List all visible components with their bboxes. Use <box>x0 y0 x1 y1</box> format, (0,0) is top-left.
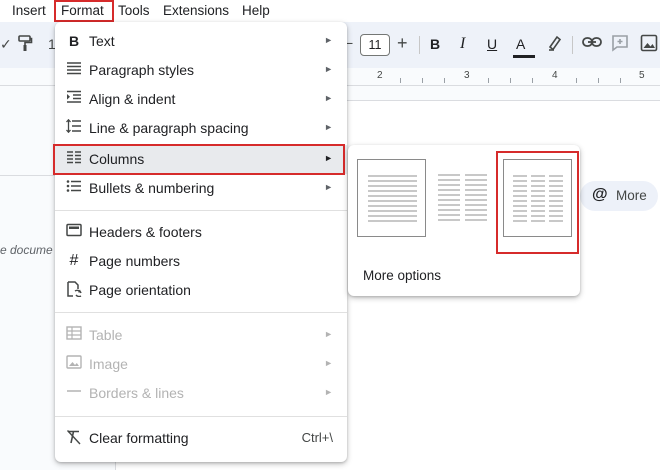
clear-formatting-icon <box>66 429 82 447</box>
spellcheck-icon[interactable]: ✓ <box>0 36 12 53</box>
image-icon <box>66 355 82 373</box>
format-menu: B Text ► Paragraph styles ► Align & inde… <box>55 22 347 462</box>
ruler-tick <box>400 78 401 83</box>
ruler-number: 4 <box>552 70 558 81</box>
highlight-pen-icon[interactable] <box>547 34 563 55</box>
two-columns-icon <box>438 174 487 221</box>
submenu-arrow-icon: ► <box>324 93 333 103</box>
italic-icon[interactable]: I <box>460 35 465 53</box>
menu-item-headers-footers[interactable]: Headers & footers <box>55 218 347 247</box>
two-columns-option[interactable] <box>428 159 497 237</box>
add-comment-icon[interactable] <box>611 34 629 55</box>
bold-icon[interactable]: B <box>430 36 440 52</box>
menu-extensions[interactable]: Extensions <box>163 3 229 18</box>
more-options-link[interactable]: More options <box>363 268 441 283</box>
menu-item-label: Headers & footers <box>89 224 202 240</box>
menu-item-label: Image <box>89 356 128 372</box>
menu-item-text[interactable]: B Text ► <box>55 27 347 56</box>
align-indent-icon <box>66 90 82 108</box>
menu-separator <box>55 210 347 211</box>
more-chip[interactable]: @ More <box>580 181 658 211</box>
text-color-icon[interactable]: A <box>516 36 525 52</box>
menu-item-borders-lines[interactable]: Borders & lines ► <box>55 379 347 408</box>
menu-separator <box>55 312 347 313</box>
ruler-tick <box>510 78 511 83</box>
menu-item-align-indent[interactable]: Align & indent ► <box>55 85 347 114</box>
menu-item-label: Line & paragraph spacing <box>89 120 249 136</box>
ruler-tick <box>488 78 489 83</box>
menu-item-label: Align & indent <box>89 91 176 107</box>
toolbar-divider <box>572 36 573 54</box>
one-column-icon <box>368 175 417 222</box>
header-footer-icon <box>66 223 82 241</box>
ruler-tick <box>598 78 599 83</box>
submenu-arrow-icon: ► <box>324 329 333 339</box>
submenu-arrow-icon: ► <box>324 122 333 132</box>
menu-tools[interactable]: Tools <box>118 3 150 18</box>
menu-item-label: Paragraph styles <box>89 62 195 78</box>
bulleted-list-icon <box>66 179 82 197</box>
menu-item-label: Page numbers <box>89 253 181 269</box>
menu-item-image[interactable]: Image ► <box>55 350 347 379</box>
line-spacing-icon <box>66 118 82 137</box>
menu-insert[interactable]: Insert <box>12 3 46 18</box>
ruler-tick <box>444 78 445 83</box>
three-columns-highlight <box>496 151 579 254</box>
submenu-arrow-icon: ► <box>324 387 333 397</box>
menu-item-clear-formatting[interactable]: Clear formatting Ctrl+\ <box>55 424 347 453</box>
paint-format-icon[interactable] <box>17 35 33 56</box>
ruler-number: 3 <box>464 70 470 81</box>
menu-item-label: Page orientation <box>89 282 191 298</box>
submenu-arrow-icon: ► <box>324 358 333 368</box>
submenu-arrow-icon: ► <box>324 182 333 192</box>
ruler-tick <box>620 78 621 83</box>
menu-help[interactable]: Help <box>242 3 270 18</box>
format-menu-highlight <box>54 0 114 22</box>
font-size-input[interactable]: 11 <box>360 34 390 56</box>
menu-item-label: Clear formatting <box>89 430 189 446</box>
menu-item-paragraph-styles[interactable]: Paragraph styles ► <box>55 56 347 85</box>
menu-item-line-spacing[interactable]: Line & paragraph spacing ► <box>55 114 347 143</box>
menu-item-table[interactable]: Table ► <box>55 321 347 350</box>
menu-item-page-numbers[interactable]: # Page numbers <box>55 247 347 276</box>
menu-item-label: Table <box>89 327 123 343</box>
outline-hint-text: e docume <box>0 243 53 257</box>
increase-font-size-icon[interactable]: + <box>397 33 408 54</box>
hash-icon: # <box>69 252 79 269</box>
menu-item-page-orientation[interactable]: Page orientation <box>55 276 347 305</box>
paragraph-styles-icon <box>66 61 82 79</box>
ruler-tick <box>576 78 577 83</box>
insert-image-icon[interactable] <box>640 34 658 55</box>
columns-highlight <box>53 144 345 175</box>
menu-item-bullets-numbering[interactable]: Bullets & numbering ► <box>55 174 347 203</box>
at-sign-icon: @ <box>592 186 608 203</box>
text-color-swatch <box>513 55 535 58</box>
menu-item-label: Bullets & numbering <box>89 180 215 196</box>
ruler-tick <box>422 78 423 83</box>
menu-bar: Insert Format Tools Extensions Help <box>0 0 660 22</box>
insert-link-icon[interactable] <box>582 35 602 52</box>
more-chip-label: More <box>616 188 647 203</box>
page-orientation-icon <box>66 281 82 299</box>
menu-item-label: Borders & lines <box>89 385 184 401</box>
horizontal-line-icon <box>66 384 82 402</box>
toolbar-divider <box>419 36 420 54</box>
submenu-arrow-icon: ► <box>324 64 333 74</box>
ruler-tick <box>532 78 533 83</box>
menu-item-label: Text <box>89 33 115 49</box>
underline-icon[interactable]: U <box>487 36 497 52</box>
menu-item-shortcut: Ctrl+\ <box>301 430 333 445</box>
one-column-option[interactable] <box>357 159 426 237</box>
table-icon <box>66 326 82 344</box>
ruler-number: 2 <box>377 70 383 81</box>
menu-separator <box>55 416 347 417</box>
ruler-number: 5 <box>639 70 645 81</box>
bold-icon: B <box>68 33 80 49</box>
submenu-arrow-icon: ► <box>324 35 333 45</box>
